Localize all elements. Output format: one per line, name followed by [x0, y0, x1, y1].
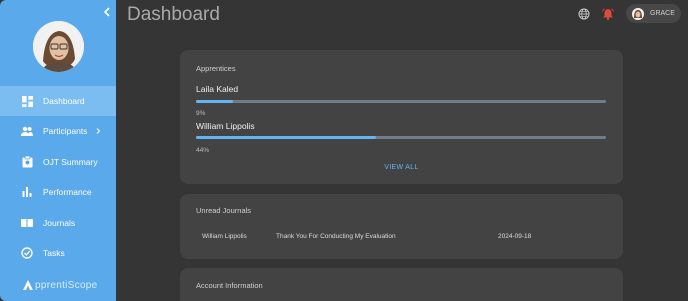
card-title: Unread Journals	[196, 206, 252, 215]
notification-bell-icon[interactable]	[602, 8, 614, 20]
globe-icon[interactable]	[578, 8, 590, 20]
sidebar: Dashboard Participants OJT Summary Perfo…	[0, 0, 116, 301]
logo-mark-icon	[23, 280, 33, 290]
sidebar-item-label: Performance	[43, 187, 92, 197]
sidebar-item-label: OJT Summary	[43, 157, 98, 167]
progress-percent: 44%	[196, 147, 210, 154]
sidebar-item-label: Tasks	[43, 248, 65, 258]
people-icon	[21, 125, 33, 137]
journal-date: 2024-09-18	[498, 233, 532, 240]
brand-name: pprentiScope	[35, 279, 98, 291]
card-title: Apprentices	[196, 64, 236, 73]
user-avatar	[632, 7, 644, 20]
progress-fill	[196, 136, 377, 139]
page-title: Dashboard	[127, 4, 220, 25]
bar-chart-icon	[21, 186, 33, 198]
brand-logo: pprentiScope	[22, 279, 98, 291]
apprentices-card: Apprentices Laila Kaled 9% William Lippo…	[180, 50, 623, 184]
apprentice-name[interactable]: Laila Kaled	[196, 84, 238, 94]
sidebar-item-dashboard[interactable]: Dashboard	[0, 86, 116, 116]
progress-bar	[196, 136, 606, 139]
apprentice-name[interactable]: William Lippolis	[196, 121, 255, 131]
sidebar-item-ojt-summary[interactable]: OJT Summary	[0, 147, 116, 177]
sidebar-item-label: Dashboard	[43, 96, 85, 106]
user-name: GRACE	[650, 10, 675, 17]
book-icon	[21, 217, 33, 229]
progress-percent: 9%	[196, 110, 206, 117]
sidebar-item-journals[interactable]: Journals	[0, 208, 116, 238]
dashboard-icon	[21, 95, 33, 107]
journal-author: William Lippolis	[202, 233, 247, 240]
check-circle-icon	[21, 247, 33, 259]
unread-journals-card: Unread Journals William Lippolis Thank Y…	[180, 194, 623, 259]
sidebar-item-label: Journals	[43, 218, 76, 228]
progress-bar	[196, 100, 606, 103]
chevron-right-icon	[97, 128, 101, 134]
sidebar-item-tasks[interactable]: Tasks	[0, 238, 116, 268]
sidebar-item-participants[interactable]: Participants	[0, 116, 116, 146]
card-title: Account Information	[196, 281, 263, 290]
chevron-left-icon[interactable]	[101, 6, 113, 18]
progress-fill	[196, 100, 233, 103]
sidebar-item-performance[interactable]: Performance	[0, 177, 116, 207]
clipboard-icon	[21, 156, 33, 168]
journal-subject: Thank You For Conducting My Evaluation	[276, 233, 396, 240]
view-all-link[interactable]: VIEW ALL	[180, 164, 623, 171]
sidebar-item-label: Participants	[43, 126, 88, 136]
avatar	[33, 21, 84, 72]
account-information-card: Account Information	[180, 268, 623, 301]
user-menu[interactable]: GRACE	[626, 4, 681, 23]
